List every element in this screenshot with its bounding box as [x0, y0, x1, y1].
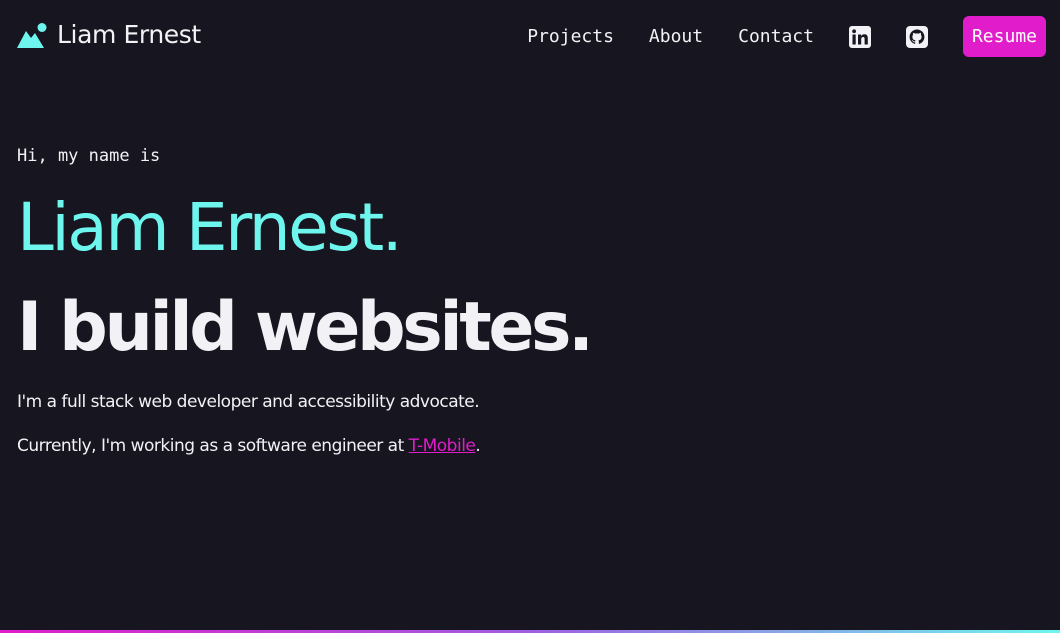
hero-name: Liam Ernest. [17, 189, 403, 266]
hero-intro: Hi, my name is [17, 146, 161, 166]
site-header: Liam Ernest Projects About Contact Resum… [0, 0, 1060, 72]
logo-link[interactable]: Liam Ernest [17, 22, 201, 48]
nav-link-contact[interactable]: Contact [738, 17, 814, 57]
hero-tagline: I build websites. [17, 288, 594, 367]
hero-current-role: Currently, I'm working as a software eng… [17, 435, 591, 457]
resume-button[interactable]: Resume [962, 16, 1046, 57]
logo-text: Liam Ernest [57, 20, 201, 49]
hero-section: Hi, my name is Liam Ernest. I build webs… [17, 145, 594, 457]
nav-link-about[interactable]: About [649, 17, 703, 57]
linkedin-icon[interactable] [848, 25, 871, 48]
current-role-prefix: Currently, I'm working as a software eng… [17, 436, 409, 456]
nav-link-projects[interactable]: Projects [527, 17, 614, 57]
current-role-suffix: . [475, 436, 481, 456]
github-icon[interactable] [905, 25, 928, 48]
main-nav: Projects About Contact Resume [527, 16, 1046, 57]
hero-bio: I'm a full stack web developer and acces… [17, 392, 480, 412]
employer-link[interactable]: T-Mobile [409, 436, 476, 456]
mountain-icon [17, 23, 47, 48]
